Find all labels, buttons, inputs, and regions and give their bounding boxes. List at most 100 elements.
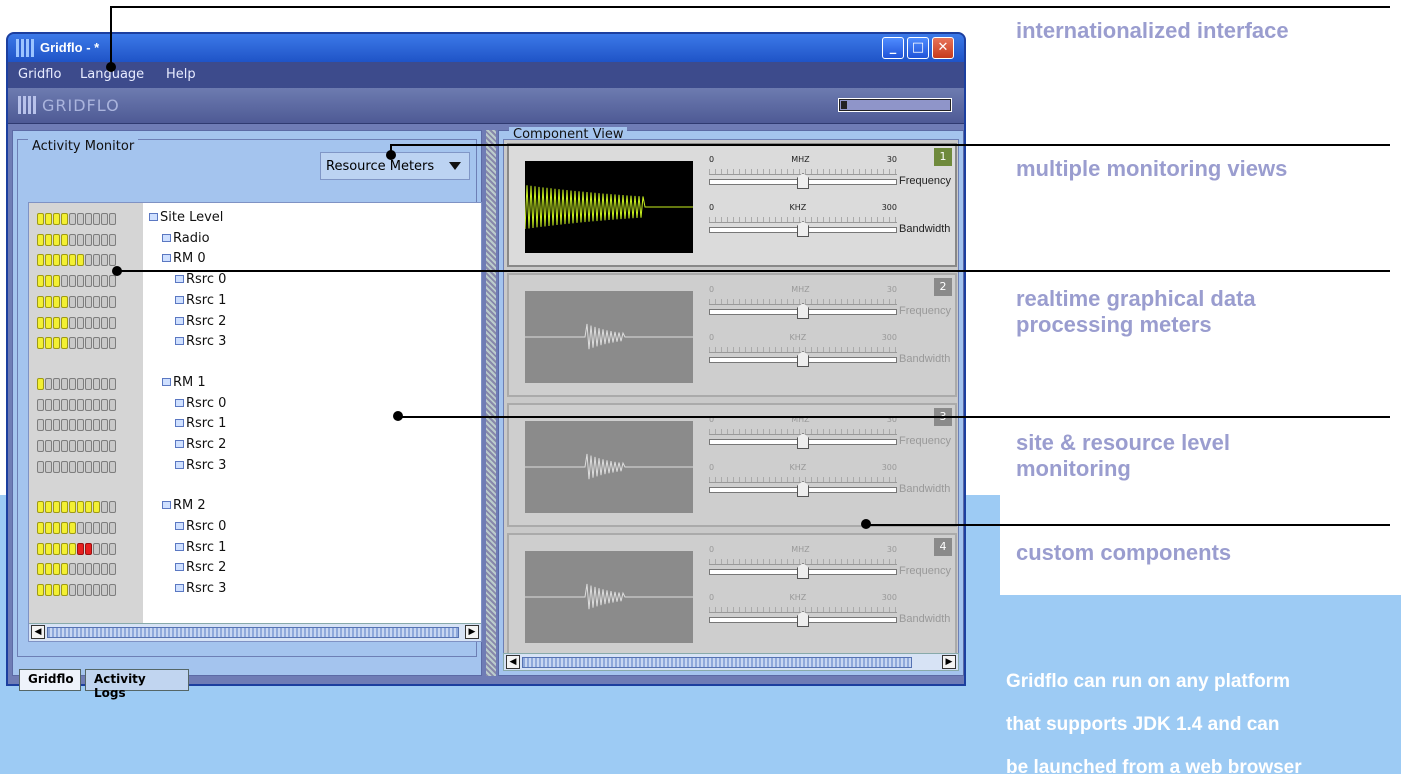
meter-led [101,399,108,411]
frequency-slider[interactable]: 0 MHZ 30 Frequency [709,415,957,455]
tree-node[interactable]: Rsrc 0 [175,272,226,287]
activity-meter [37,501,116,513]
meter-led [69,584,76,596]
meter-led [69,213,76,225]
bandwidth-slider[interactable]: 0 KHZ 300 Bandwidth [709,203,957,243]
meter-led [53,522,60,534]
meter-led [101,378,108,390]
meter-led [69,275,76,287]
tree-node-label: Radio [173,231,210,246]
slider-knob[interactable] [797,221,809,237]
slider-knob[interactable] [797,563,809,579]
tree-node[interactable]: RM 1 [162,375,206,390]
slider-label: Bandwidth [899,483,951,495]
menu-help[interactable]: Help [166,67,196,82]
meter-led [61,399,68,411]
tree-node[interactable]: Site Level [149,210,223,225]
meter-led [85,522,92,534]
component-card[interactable]: 4 0 MHZ 30 Frequency 0 KHZ 300 Bandwidth [507,533,957,657]
minimize-button[interactable]: _ [882,37,904,59]
frequency-slider[interactable]: 0 MHZ 30 Frequency [709,545,957,585]
activity-monitor-panel: Activity Monitor Resource Meters Site Le… [12,130,482,700]
activity-meter [37,543,116,555]
tab-gridflo[interactable]: Gridflo [19,669,81,691]
tree-node[interactable]: RM 2 [162,498,206,513]
tree-node[interactable]: Rsrc 3 [175,458,226,473]
tree-node[interactable]: Rsrc 3 [175,581,226,596]
split-pane-divider[interactable] [486,130,496,676]
tree-horizontal-scrollbar[interactable]: ◀ ▶ [29,623,481,641]
tree-node-label: Rsrc 2 [186,560,227,575]
slider-label: Bandwidth [899,353,951,365]
tree-node[interactable]: Rsrc 1 [175,293,226,308]
meter-led [37,522,44,534]
bandwidth-slider[interactable]: 0 KHZ 300 Bandwidth [709,593,957,633]
tree-node[interactable]: Rsrc 1 [175,540,226,555]
slider-scale: 0 KHZ 300 [709,203,897,212]
meter-led [109,296,116,308]
meter-led [37,399,44,411]
frequency-slider[interactable]: 0 MHZ 30 Frequency [709,285,957,325]
meter-led [45,378,52,390]
slider-scale: 0 MHZ 30 [709,155,897,164]
tree-node[interactable]: Rsrc 0 [175,519,226,534]
tree-node[interactable]: RM 0 [162,251,206,266]
tree-node[interactable]: Rsrc 2 [175,314,226,329]
scale-label: 300 [881,333,897,342]
scroll-left-button[interactable]: ◀ [31,625,45,639]
slider-knob[interactable] [797,351,809,367]
frequency-slider[interactable]: 0 MHZ 30 Frequency [709,155,957,195]
tree-node[interactable]: Radio [162,231,210,246]
slider-knob[interactable] [797,481,809,497]
meter-led [37,275,44,287]
scroll-right-button[interactable]: ▶ [465,625,479,639]
scale-label: 300 [881,463,897,472]
close-button[interactable]: ✕ [932,37,954,59]
meter-led [101,234,108,246]
meter-led [61,543,68,555]
menu-gridflo[interactable]: Gridflo [18,67,61,82]
meter-led [109,440,116,452]
maximize-button[interactable]: □ [907,37,929,59]
tree-node[interactable]: Rsrc 2 [175,437,226,452]
tree-node[interactable]: Rsrc 0 [175,396,226,411]
meter-led [93,296,100,308]
meter-led [61,254,68,266]
component-horizontal-scrollbar[interactable]: ◀ ▶ [503,653,959,671]
meter-led [85,563,92,575]
meter-led [45,543,52,555]
bandwidth-slider[interactable]: 0 KHZ 300 Bandwidth [709,333,957,373]
scroll-thumb[interactable] [47,627,459,638]
slider-knob[interactable] [797,611,809,627]
meter-led [101,275,108,287]
meter-led [93,399,100,411]
meter-led [53,461,60,473]
meter-led [85,461,92,473]
tree-node[interactable]: Rsrc 1 [175,416,226,431]
component-card[interactable]: 2 0 MHZ 30 Frequency 0 KHZ 300 Bandwidth [507,273,957,397]
slider-knob[interactable] [797,433,809,449]
title-bar[interactable]: Gridflo - * _ □ ✕ [8,34,964,62]
meter-led [93,584,100,596]
scroll-right-button[interactable]: ▶ [942,655,956,669]
slider-knob[interactable] [797,173,809,189]
meter-led [93,378,100,390]
tree-node-label: Rsrc 3 [186,458,227,473]
meter-led [61,317,68,329]
component-card[interactable]: 1 0 MHZ 30 Frequency 0 KHZ 300 Bandwidth [507,143,957,267]
component-card[interactable]: 30MHZ30Frequency0KHZ300Bandwidth [507,403,957,527]
node-icon [162,254,171,262]
tree-node[interactable]: Rsrc 3 [175,334,226,349]
tab-activity-logs[interactable]: Activity Logs [85,669,189,700]
scroll-left-button[interactable]: ◀ [506,655,520,669]
component-list: 1 0 MHZ 30 Frequency 0 KHZ 300 Bandwidth 2 0 MHZ 30 F… [503,139,959,659]
meter-led [85,254,92,266]
slider-knob[interactable] [797,303,809,319]
bandwidth-slider[interactable]: 0 KHZ 300 Bandwidth [709,463,957,503]
window-body: Activity Monitor Resource Meters Site Le… [8,124,964,700]
tree-node-label: Rsrc 0 [186,396,227,411]
tree-node[interactable]: Rsrc 2 [175,560,226,575]
scroll-thumb[interactable] [522,657,912,668]
meter-led [101,213,108,225]
meter-led [53,543,60,555]
